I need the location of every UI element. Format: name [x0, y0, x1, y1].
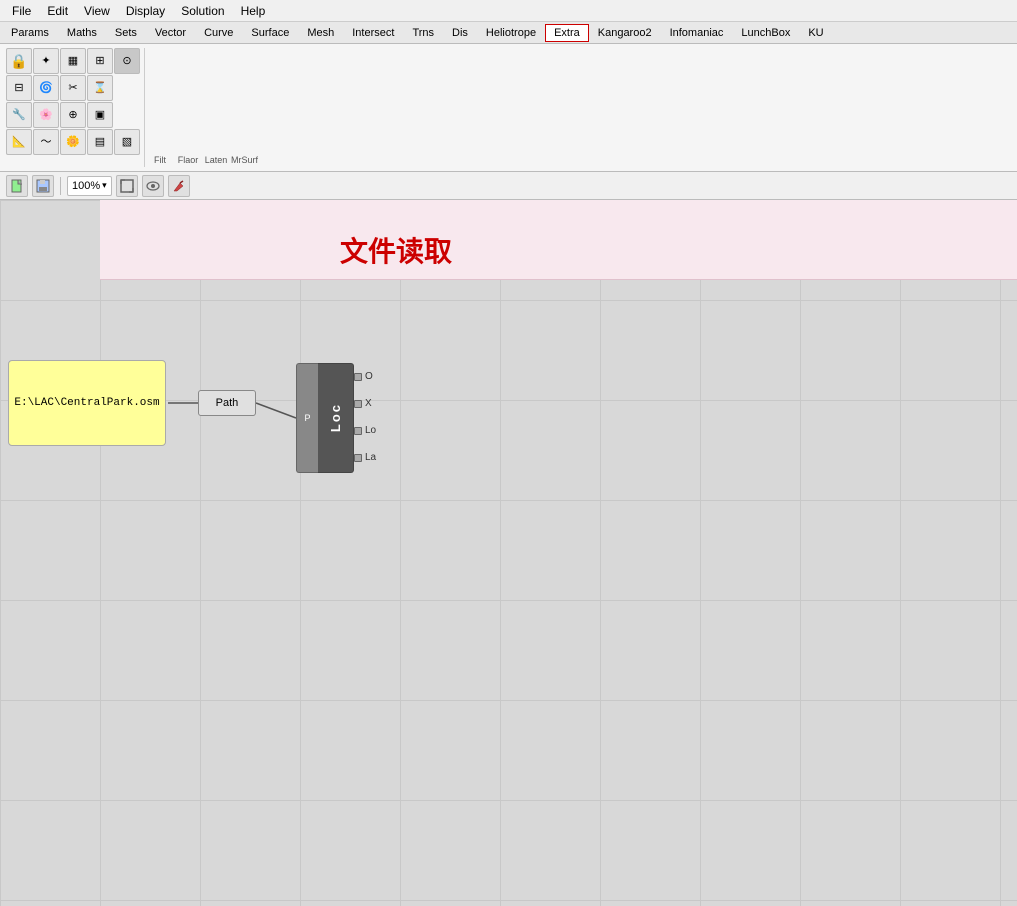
output-label-O: O — [365, 371, 373, 382]
loc-node-body: Loc — [318, 363, 354, 473]
toolbar-label-4: MrSurf — [231, 155, 257, 165]
canvas-top-area — [100, 200, 1017, 280]
canvas-area[interactable]: 文件读取 E:\LAC\CentralPark.osm Path P Loc O — [0, 200, 1017, 906]
tool-btn-12[interactable]: 🌸 — [33, 102, 59, 128]
tab-vector[interactable]: Vector — [146, 24, 195, 42]
tool-btn-14[interactable]: ▣ — [87, 102, 113, 128]
tool-btn-9[interactable]: ⌛ — [87, 75, 113, 101]
loc-input-label: P — [304, 413, 310, 423]
tool-btn-20[interactable]: ▧ — [114, 129, 140, 155]
eye-btn[interactable] — [142, 175, 164, 197]
tab-curve[interactable]: Curve — [195, 24, 242, 42]
menu-solution[interactable]: Solution — [173, 2, 232, 20]
tool-btn-11[interactable]: 🔧 — [6, 102, 32, 128]
tab-extra[interactable]: Extra — [545, 24, 589, 42]
tool-btn-16[interactable]: 📐 — [6, 129, 32, 155]
output-port-Lo — [354, 427, 362, 435]
bottom-toolbar: 100% ▾ — [0, 172, 1017, 200]
zoom-select[interactable]: 100% ▾ — [67, 176, 112, 196]
output-label-Lo: Lo — [365, 425, 376, 436]
tab-intersect[interactable]: Intersect — [343, 24, 403, 42]
loc-output-O: O — [354, 363, 376, 390]
tab-bar: Params Maths Sets Vector Curve Surface M… — [0, 22, 1017, 44]
loc-node-input: P — [296, 363, 318, 473]
tab-sets[interactable]: Sets — [106, 24, 146, 42]
file-node-text: E:\LAC\CentralPark.osm — [10, 393, 163, 413]
tab-dis[interactable]: Dis — [443, 24, 477, 42]
menu-view[interactable]: View — [76, 2, 118, 20]
loc-output-labels: O X Lo La — [354, 363, 376, 471]
tool-btn-10 — [114, 75, 140, 101]
tool-btn-1[interactable]: 🔒 — [6, 48, 32, 74]
toolbar-separator-1 — [60, 177, 61, 195]
connector-svg — [0, 200, 1017, 906]
tool-btn-17[interactable]: 〜 — [33, 129, 59, 155]
fit-view-btn[interactable] — [116, 175, 138, 197]
output-port-O — [354, 373, 362, 381]
loc-output-La: La — [354, 444, 376, 471]
tool-btn-18[interactable]: 🌼 — [60, 129, 86, 155]
new-document-btn[interactable] — [6, 175, 28, 197]
toolbar-label-3: Laten — [203, 155, 229, 165]
brush-btn[interactable] — [168, 175, 190, 197]
save-btn[interactable] — [32, 175, 54, 197]
menu-edit[interactable]: Edit — [39, 2, 76, 20]
tab-lunchbox[interactable]: LunchBox — [732, 24, 799, 42]
toolbar-area: 🔒 ✦ ▦ ⊞ ⊙ ⊟ 🌀 ✂ ⌛ 🔧 🌸 ⊕ ▣ 📐 〜 🌼 ▤ ▧ Filt… — [0, 44, 1017, 172]
tab-maths[interactable]: Maths — [58, 24, 106, 42]
annotation-text: 文件读取 — [340, 230, 452, 270]
menu-bar: File Edit View Display Solution Help — [0, 0, 1017, 22]
tool-btn-8[interactable]: ✂ — [60, 75, 86, 101]
tab-surface[interactable]: Surface — [242, 24, 298, 42]
tool-btn-13[interactable]: ⊕ — [60, 102, 86, 128]
zoom-value: 100% — [72, 180, 100, 192]
loc-output-X: X — [354, 390, 376, 417]
toolbar-label-2: Flaor — [175, 155, 201, 165]
path-node[interactable]: Path — [198, 390, 256, 416]
zoom-arrow: ▾ — [102, 180, 107, 191]
output-label-X: X — [365, 398, 372, 409]
menu-help[interactable]: Help — [233, 2, 274, 20]
tool-btn-2[interactable]: ✦ — [33, 48, 59, 74]
output-label-La: La — [365, 452, 376, 463]
tool-btn-5[interactable]: ⊙ — [114, 48, 140, 74]
loc-node[interactable]: P Loc O X Lo La — [296, 363, 378, 473]
toolbar-label-1: Filt — [147, 155, 173, 165]
tab-trns[interactable]: Trns — [403, 24, 443, 42]
output-port-X — [354, 400, 362, 408]
file-node[interactable]: E:\LAC\CentralPark.osm — [8, 360, 166, 446]
tool-btn-3[interactable]: ▦ — [60, 48, 86, 74]
tab-params[interactable]: Params — [2, 24, 58, 42]
tool-btn-7[interactable]: 🌀 — [33, 75, 59, 101]
tab-mesh[interactable]: Mesh — [298, 24, 343, 42]
output-port-La — [354, 454, 362, 462]
loc-node-label: Loc — [328, 403, 343, 432]
tab-infomaniac[interactable]: Infomaniac — [661, 24, 733, 42]
menu-file[interactable]: File — [4, 2, 39, 20]
toolbar-labels: Filt Flaor Laten MrSurf — [147, 48, 257, 167]
tab-ku[interactable]: KU — [799, 24, 832, 42]
tab-kangaroo2[interactable]: Kangaroo2 — [589, 24, 661, 42]
tool-btn-15 — [114, 102, 140, 128]
loc-output-Lo: Lo — [354, 417, 376, 444]
tool-btn-6[interactable]: ⊟ — [6, 75, 32, 101]
menu-display[interactable]: Display — [118, 2, 173, 20]
tool-btn-4[interactable]: ⊞ — [87, 48, 113, 74]
tab-heliotrope[interactable]: Heliotrope — [477, 24, 545, 42]
tool-btn-19[interactable]: ▤ — [87, 129, 113, 155]
toolbar-section-1: 🔒 ✦ ▦ ⊞ ⊙ ⊟ 🌀 ✂ ⌛ 🔧 🌸 ⊕ ▣ 📐 〜 🌼 ▤ ▧ — [4, 48, 145, 167]
path-node-label: Path — [216, 397, 239, 409]
